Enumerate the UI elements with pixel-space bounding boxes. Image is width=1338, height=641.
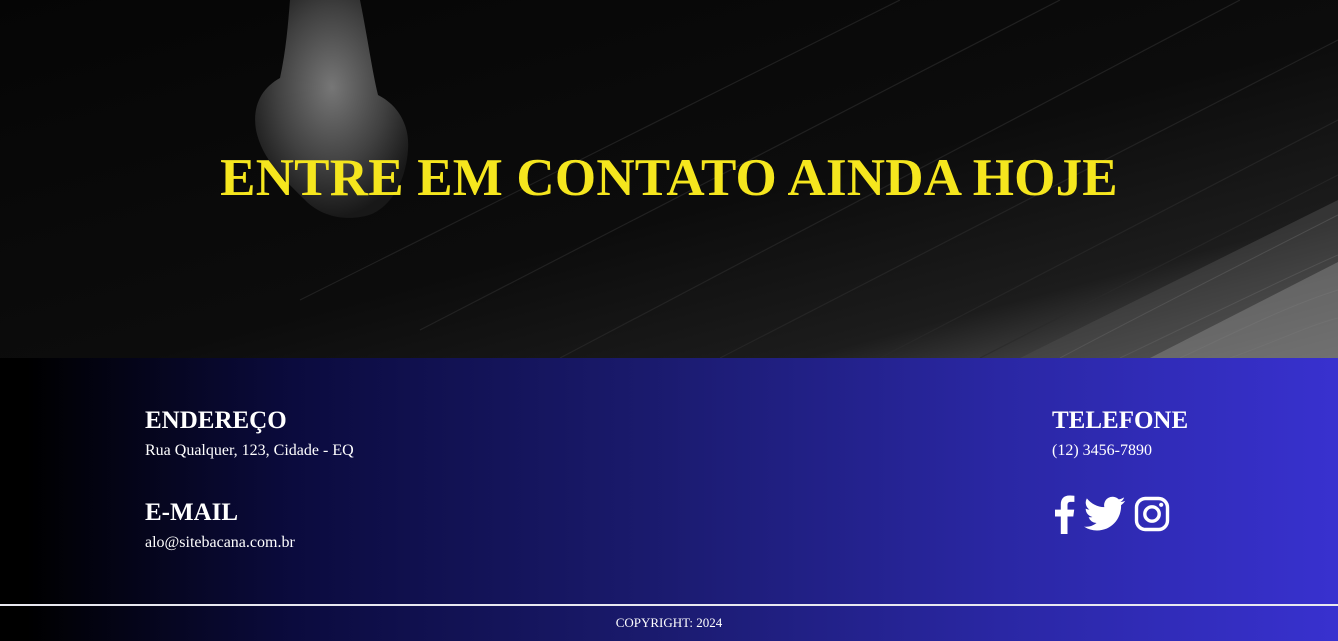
- address-text: Rua Qualquer, 123, Cidade - EQ: [145, 442, 354, 459]
- email-text[interactable]: alo@sitebacana.com.br: [145, 532, 354, 554]
- footer-divider: [0, 604, 1338, 606]
- address-heading: ENDEREÇO: [145, 407, 287, 434]
- footer-right-column: TELEFONE (12) 3456-7890: [1052, 406, 1188, 534]
- email-heading: E-MAIL: [145, 499, 239, 526]
- copyright-text: COPYRIGHT: 2024: [615, 615, 723, 630]
- phone-block: TELEFONE (12) 3456-7890: [1052, 406, 1188, 462]
- footer-left-column: ENDEREÇO Rua Qualquer, 123, Cidade - EQ …: [145, 406, 354, 554]
- email-block: E-MAIL alo@sitebacana.com.br: [145, 498, 354, 554]
- footer: ENDEREÇO Rua Qualquer, 123, Cidade - EQ …: [0, 358, 1338, 641]
- twitter-icon[interactable]: [1084, 496, 1126, 532]
- phone-text[interactable]: (12) 3456-7890: [1052, 440, 1188, 462]
- hero-section: ENTRE EM CONTATO AINDA HOJE: [0, 0, 1338, 358]
- address-block: ENDEREÇO Rua Qualquer, 123, Cidade - EQ: [145, 406, 354, 462]
- social-links: [1052, 494, 1188, 534]
- phone-heading: TELEFONE: [1052, 407, 1189, 434]
- facebook-icon[interactable]: [1052, 494, 1076, 534]
- instagram-icon[interactable]: [1134, 496, 1170, 532]
- hero-title: ENTRE EM CONTATO AINDA HOJE: [220, 149, 1118, 207]
